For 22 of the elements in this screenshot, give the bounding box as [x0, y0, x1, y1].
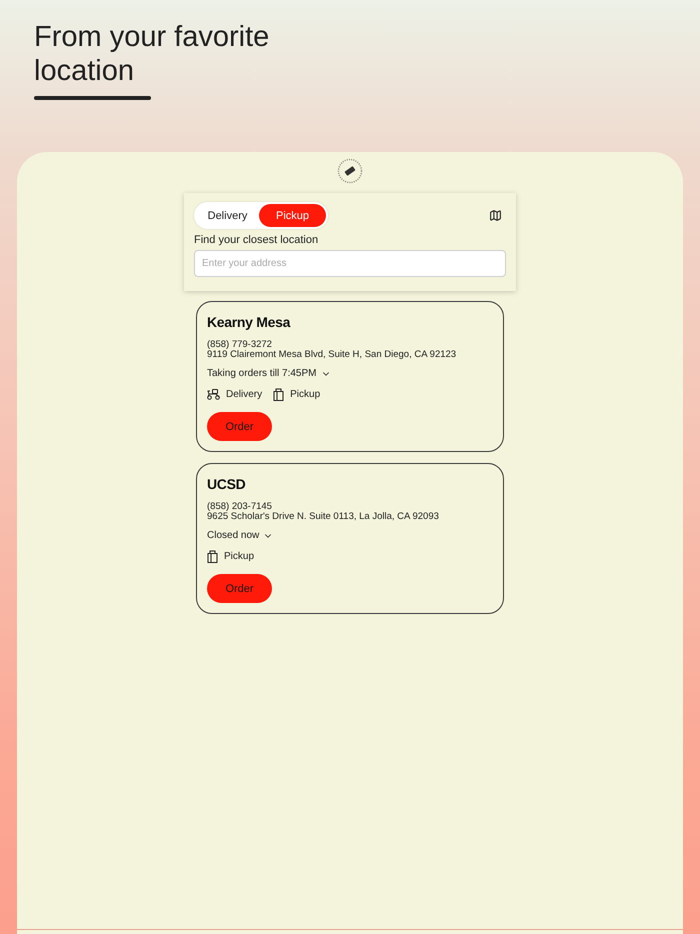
hours-dropdown[interactable]: Closed now — [207, 530, 274, 542]
location-address: 9119 Clairemont Mesa Blvd, Suite H, San Diego, CA 92123 — [207, 350, 456, 360]
bag-icon — [207, 550, 218, 563]
scooter-icon — [207, 389, 220, 400]
location-name: UCSD — [207, 475, 246, 493]
location-phone: (858) 779-3272 — [207, 340, 272, 350]
order-mode-tab[interactable]: Pickup — [259, 204, 326, 227]
location-phone: (858) 203-7145 — [207, 502, 272, 512]
service-label: Pickup — [290, 388, 320, 400]
page-heading: From your favorite location — [34, 20, 270, 88]
map-icon[interactable] — [489, 209, 502, 222]
location-name: Kearny Mesa — [207, 313, 290, 331]
order-button[interactable]: Order — [207, 412, 272, 441]
order-button[interactable]: Order — [207, 574, 272, 603]
logo-icon — [337, 158, 363, 184]
service-label: Delivery — [226, 388, 262, 400]
address-input[interactable]: Enter your address — [194, 250, 506, 277]
hours-dropdown[interactable]: Taking orders till 7:45PM — [207, 368, 330, 380]
service-label: Pickup — [224, 550, 254, 562]
search-label: Find your closest location — [194, 234, 320, 246]
bag-icon — [273, 388, 284, 401]
location-address: 9625 Scholar's Drive N. Suite 0113, La Jolla, CA 92093 — [207, 512, 439, 522]
